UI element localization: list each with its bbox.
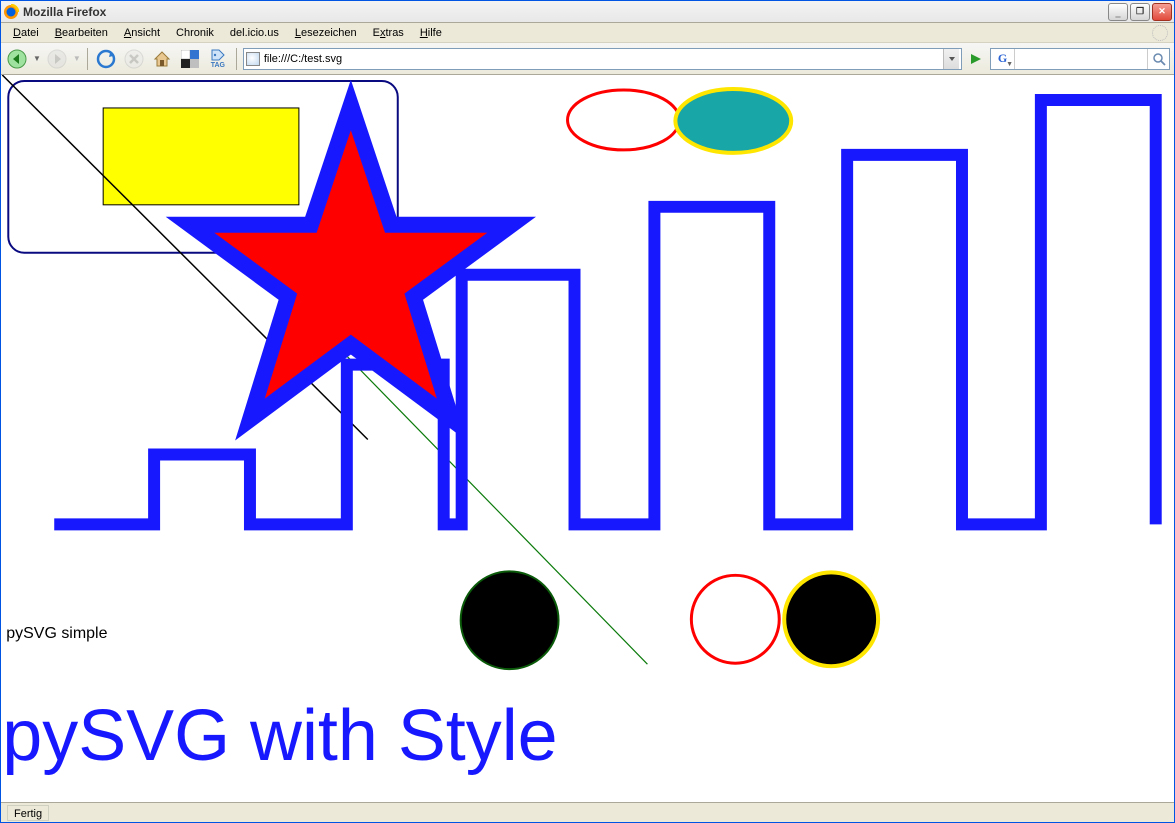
black-circle-green-border bbox=[461, 571, 559, 669]
url-text: file:///C:/test.svg bbox=[264, 53, 943, 65]
delicious-icon bbox=[181, 50, 199, 68]
page-content: pySVG simple pySVG with Style bbox=[1, 75, 1174, 802]
page-icon bbox=[246, 52, 260, 66]
menu-ansicht[interactable]: Ansicht bbox=[116, 25, 168, 41]
black-circle-yellow-border bbox=[784, 572, 878, 666]
chevron-down-icon: ▼ bbox=[1006, 61, 1013, 68]
navigation-toolbar: ▼ ▼ TAG file:///C:/test.svg bbox=[1, 43, 1174, 75]
menu-lesezeichen[interactable]: Lesezeichen bbox=[287, 25, 365, 41]
back-dropdown-icon[interactable]: ▼ bbox=[33, 54, 41, 63]
window-title: Mozilla Firefox bbox=[23, 5, 1108, 19]
red-ellipse-outline bbox=[568, 90, 680, 150]
url-dropdown-button[interactable] bbox=[943, 49, 959, 69]
delicious-button[interactable] bbox=[178, 47, 202, 71]
menu-chronik[interactable]: Chronik bbox=[168, 25, 222, 41]
status-text: Fertig bbox=[7, 805, 49, 821]
tag-button[interactable]: TAG bbox=[206, 45, 230, 73]
menu-extras[interactable]: Extras bbox=[365, 25, 412, 41]
address-bar[interactable]: file:///C:/test.svg bbox=[243, 48, 962, 70]
search-go-button[interactable] bbox=[1147, 49, 1169, 69]
menu-bearbeiten[interactable]: Bearbeiten bbox=[47, 25, 116, 41]
go-button[interactable] bbox=[966, 49, 986, 69]
stop-icon bbox=[124, 49, 144, 69]
tag-label: TAG bbox=[211, 62, 225, 69]
forward-button[interactable] bbox=[45, 47, 69, 71]
label-styled: pySVG with Style bbox=[2, 696, 557, 776]
home-icon bbox=[152, 49, 172, 69]
yellow-rectangle bbox=[103, 108, 299, 205]
maximize-button[interactable]: ❐ bbox=[1130, 3, 1150, 21]
chevron-down-icon bbox=[948, 55, 956, 63]
back-arrow-icon bbox=[7, 49, 27, 69]
browser-window: Mozilla Firefox ‗ ❐ ✕ Datei Bearbeiten A… bbox=[0, 0, 1175, 823]
menu-hilfe[interactable]: Hilfe bbox=[412, 25, 450, 41]
stop-button[interactable] bbox=[122, 47, 146, 71]
statusbar: Fertig bbox=[1, 802, 1174, 822]
teal-ellipse bbox=[675, 89, 791, 153]
reload-button[interactable] bbox=[94, 47, 118, 71]
window-controls: ‗ ❐ ✕ bbox=[1108, 3, 1172, 21]
search-icon bbox=[1152, 52, 1166, 66]
search-box[interactable]: G ▼ bbox=[990, 48, 1170, 70]
firefox-icon bbox=[3, 4, 19, 20]
menu-datei[interactable]: Datei bbox=[5, 25, 47, 41]
close-button[interactable]: ✕ bbox=[1152, 3, 1172, 21]
forward-arrow-icon bbox=[47, 49, 67, 69]
minimize-button[interactable]: ‗ bbox=[1108, 3, 1128, 21]
back-button[interactable] bbox=[5, 47, 29, 71]
search-engine-selector[interactable]: G ▼ bbox=[991, 49, 1015, 69]
reload-icon bbox=[96, 49, 116, 69]
label-simple: pySVG simple bbox=[6, 625, 107, 642]
home-button[interactable] bbox=[150, 47, 174, 71]
titlebar: Mozilla Firefox ‗ ❐ ✕ bbox=[1, 1, 1174, 23]
throbber-icon bbox=[1152, 25, 1168, 41]
tag-icon bbox=[210, 48, 226, 62]
menu-delicious[interactable]: del.icio.us bbox=[222, 25, 287, 41]
go-arrow-icon bbox=[968, 51, 984, 67]
svg-document: pySVG simple pySVG with Style bbox=[1, 75, 1174, 802]
red-circle-outline bbox=[691, 575, 779, 663]
forward-dropdown-icon: ▼ bbox=[73, 54, 81, 63]
menubar: Datei Bearbeiten Ansicht Chronik del.ici… bbox=[1, 23, 1174, 43]
